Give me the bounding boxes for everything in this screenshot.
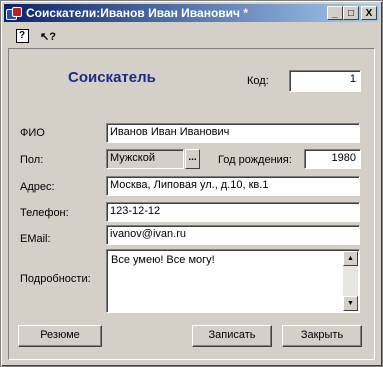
address-label: Адрес: xyxy=(20,181,55,193)
context-help-button[interactable]: ↖? xyxy=(39,27,57,45)
birth-year-field[interactable]: 1980 xyxy=(304,149,361,169)
phone-label: Телефон: xyxy=(20,207,69,219)
address-field[interactable]: Москва, Липовая ул., д.10, кв.1 xyxy=(106,176,360,196)
context-help-icon: ↖? xyxy=(40,30,56,43)
close-window-button[interactable]: X xyxy=(361,6,377,20)
details-label: Подробности: xyxy=(20,273,91,285)
scroll-up-icon[interactable]: ▲ xyxy=(343,251,358,266)
code-label: Код: xyxy=(247,75,269,87)
code-field[interactable]: 1 xyxy=(289,70,361,92)
scroll-down-icon[interactable]: ▼ xyxy=(343,296,358,311)
minimize-button[interactable]: _ xyxy=(327,6,343,20)
save-button[interactable]: Записать xyxy=(192,325,272,347)
details-textarea[interactable]: Все умею! Все могу! ▲ ▼ xyxy=(106,249,360,313)
fio-field[interactable]: Иванов Иван Иванович xyxy=(106,123,360,143)
help-button[interactable]: ? xyxy=(13,27,31,45)
details-text: Все умею! Все могу! xyxy=(111,254,215,266)
email-label: EMail: xyxy=(20,233,51,245)
gender-field[interactable]: Мужской xyxy=(106,149,184,169)
maximize-button[interactable]: □ xyxy=(343,6,359,20)
app-icon xyxy=(6,6,22,20)
window-controls: _ □ X xyxy=(327,6,377,20)
gender-select-button[interactable]: ... xyxy=(185,149,200,169)
title-bar[interactable]: Соискатели:Иванов Иван Иванович * _ □ X xyxy=(4,4,379,22)
phone-field[interactable]: 123-12-12 xyxy=(106,202,360,222)
resume-button[interactable]: Резюме xyxy=(18,325,102,347)
birth-year-label: Год рождения: xyxy=(218,154,292,166)
email-field[interactable]: ivanov@ivan.ru xyxy=(106,225,360,245)
fio-label: ФИО xyxy=(20,127,45,139)
help-icon: ? xyxy=(15,29,29,43)
gender-label: Пол: xyxy=(20,154,44,166)
app-window: Соискатели:Иванов Иван Иванович * _ □ X … xyxy=(0,0,383,367)
window-title: Соискатели:Иванов Иван Иванович * xyxy=(26,6,248,20)
form-heading: Соискатель xyxy=(68,69,156,86)
close-button[interactable]: Закрыть xyxy=(282,325,362,347)
toolbar: ? ↖? xyxy=(5,25,377,47)
details-scrollbar[interactable]: ▲ ▼ xyxy=(343,251,358,311)
